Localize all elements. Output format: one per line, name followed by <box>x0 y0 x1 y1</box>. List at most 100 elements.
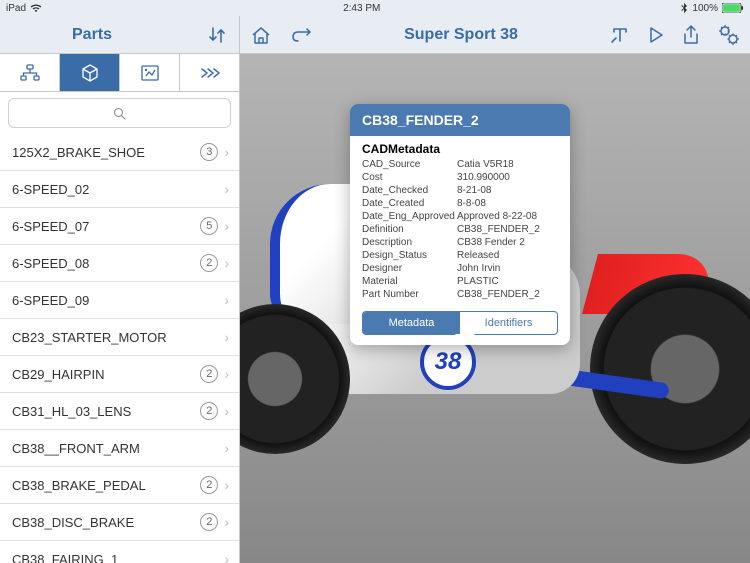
metadata-value: 8-8-08 <box>457 198 558 209</box>
popup-arrow <box>455 334 475 344</box>
metadata-row: DescriptionCB38 Fender 2 <box>362 236 558 249</box>
part-item[interactable]: 6-SPEED_075› <box>0 208 239 245</box>
part-item[interactable]: CB38__FRONT_ARM › <box>0 430 239 467</box>
metadata-value: CB38_FENDER_2 <box>457 224 558 235</box>
chevron-right-icon: › <box>224 551 229 563</box>
parts-list: 125X2_BRAKE_SHOE3›6-SPEED_02›6-SPEED_075… <box>0 134 239 563</box>
part-name: CB29_HAIRPIN <box>12 367 104 382</box>
metadata-row: Design_StatusReleased <box>362 249 558 262</box>
metadata-key: Design_Status <box>362 250 457 261</box>
chevron-right-icon: › <box>224 218 229 234</box>
metadata-value: Catia V5R18 <box>457 159 558 170</box>
chevron-right-icon: › <box>224 292 229 308</box>
parts-title: Parts <box>72 26 112 44</box>
metadata-key: Date_Created <box>362 198 457 209</box>
home-icon[interactable] <box>250 25 272 45</box>
chevron-right-icon: › <box>224 514 229 530</box>
metadata-row: DesignerJohn Irvin <box>362 262 558 275</box>
part-item[interactable]: 6-SPEED_082› <box>0 245 239 282</box>
metadata-value: CB38 Fender 2 <box>457 237 558 248</box>
count-badge: 2 <box>200 402 218 420</box>
text-tool-icon[interactable] <box>610 25 630 45</box>
part-item[interactable]: CB38_BRAKE_PEDAL 2 › <box>0 467 239 504</box>
metadata-value: Approved 8-22-08 <box>457 211 558 222</box>
part-name: CB38_DISC_BRAKE <box>12 515 134 530</box>
status-bar: iPad 2:43 PM 100% <box>0 0 750 16</box>
tab-identifiers[interactable]: Identifiers <box>460 312 557 334</box>
metadata-value: 310.990000 <box>457 172 558 183</box>
redo-icon[interactable] <box>290 25 312 45</box>
bluetooth-icon <box>681 3 688 14</box>
metadata-value: John Irvin <box>457 263 558 274</box>
metadata-value: Released <box>457 250 558 261</box>
count-badge: 2 <box>200 476 218 494</box>
metadata-row: Date_Eng_ApprovedApproved 8-22-08 <box>362 210 558 223</box>
metadata-key: Designer <box>362 263 457 274</box>
part-item[interactable]: 125X2_BRAKE_SHOE3› <box>0 134 239 171</box>
part-item[interactable]: 6-SPEED_09 › <box>0 282 239 319</box>
part-name: CB38_BRAKE_PEDAL <box>12 478 146 493</box>
tab-metadata[interactable]: Metadata <box>363 312 460 334</box>
wifi-icon <box>30 4 42 13</box>
settings-icon[interactable] <box>718 24 740 46</box>
search-icon <box>113 107 126 120</box>
chevron-right-icon: › <box>224 144 229 160</box>
viewport-header: Super Sport 38 <box>240 16 750 54</box>
chevron-right-icon: › <box>224 366 229 382</box>
parts-header: Parts <box>0 16 239 54</box>
part-name: CB31_HL_03_LENS <box>12 404 131 419</box>
sort-icon[interactable] <box>207 25 227 45</box>
metadata-row: DefinitionCB38_FENDER_2 <box>362 223 558 236</box>
part-name: 6-SPEED_07 <box>12 219 89 234</box>
metadata-key: CAD_Source <box>362 159 457 170</box>
chevron-right-icon: › <box>224 440 229 456</box>
popup-section: CADMetadata <box>350 136 570 158</box>
tab-more[interactable] <box>180 54 239 91</box>
share-icon[interactable] <box>682 24 700 46</box>
metadata-row: Part NumberCB38_FENDER_2 <box>362 288 558 301</box>
metadata-key: Cost <box>362 172 457 183</box>
part-item[interactable]: CB31_HL_03_LENS 2 › <box>0 393 239 430</box>
part-name: 125X2_BRAKE_SHOE <box>12 145 145 160</box>
chevron-right-icon: › <box>224 477 229 493</box>
metadata-value: PLASTIC <box>457 276 558 287</box>
document-title: Super Sport 38 <box>312 26 610 44</box>
play-icon[interactable] <box>648 26 664 44</box>
parts-panel: Parts 125X2_BRAKE_SHOE3›6-SPEED_02 <box>0 16 240 563</box>
battery-label: 100% <box>692 3 718 14</box>
metadata-key: Definition <box>362 224 457 235</box>
metadata-key: Description <box>362 237 457 248</box>
metadata-row: MaterialPLASTIC <box>362 275 558 288</box>
metadata-value: 8-21-08 <box>457 185 558 196</box>
metadata-popup: CB38_FENDER_2 CADMetadata CAD_SourceCati… <box>350 104 570 345</box>
part-name: CB23_STARTER_MOTOR <box>12 330 167 345</box>
chevron-right-icon: › <box>224 255 229 271</box>
part-name: CB38_FAIRING_1 <box>12 552 118 563</box>
view-tabs <box>0 54 239 92</box>
metadata-key: Material <box>362 276 457 287</box>
tab-cube[interactable] <box>60 54 120 91</box>
part-item[interactable]: CB23_STARTER_MOTOR› <box>0 319 239 356</box>
chevron-right-icon: › <box>224 403 229 419</box>
part-item[interactable]: 6-SPEED_02› <box>0 171 239 208</box>
count-badge: 2 <box>200 513 218 531</box>
battery-icon <box>722 3 744 13</box>
tab-views[interactable] <box>120 54 180 91</box>
metadata-key: Date_Checked <box>362 185 457 196</box>
status-time: 2:43 PM <box>343 3 380 14</box>
metadata-value: CB38_FENDER_2 <box>457 289 558 300</box>
metadata-row: Date_Checked8-21-08 <box>362 184 558 197</box>
part-name: 6-SPEED_09 <box>12 293 89 308</box>
tab-tree[interactable] <box>0 54 60 91</box>
metadata-key: Date_Eng_Approved <box>362 211 457 222</box>
part-item[interactable]: CB38_DISC_BRAKE 2 › <box>0 504 239 541</box>
search-input[interactable] <box>8 98 231 128</box>
part-name: CB38__FRONT_ARM <box>12 441 140 456</box>
model-viewport[interactable]: 38 CB38_FENDER_2 CADMetadata CAD_SourceC… <box>240 54 750 563</box>
chevron-right-icon: › <box>224 181 229 197</box>
metadata-key: Part Number <box>362 289 457 300</box>
metadata-row: Cost310.990000 <box>362 171 558 184</box>
part-item[interactable]: CB38_FAIRING_1 › <box>0 541 239 563</box>
part-item[interactable]: CB29_HAIRPIN2› <box>0 356 239 393</box>
viewport-panel: Super Sport 38 <box>240 16 750 563</box>
